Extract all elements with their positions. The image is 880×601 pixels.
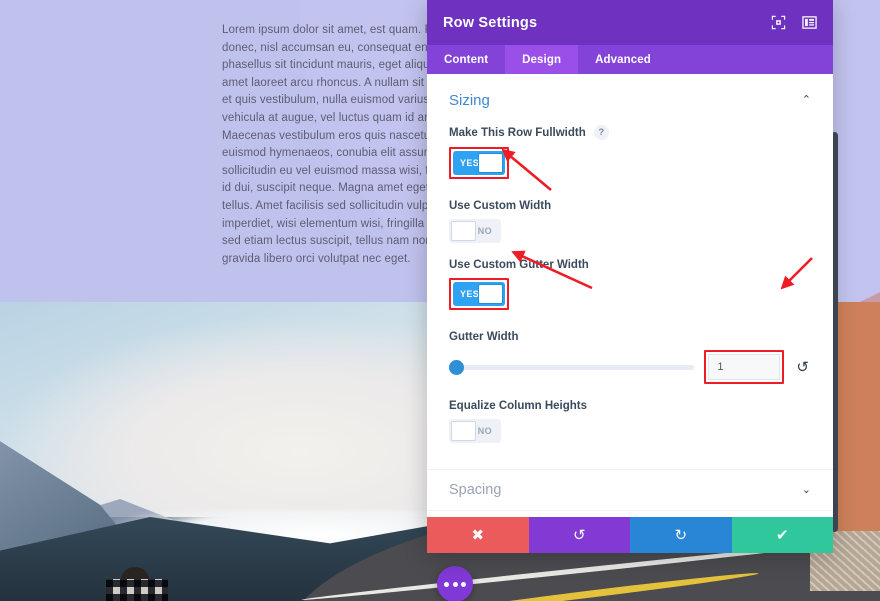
section-spacing[interactable]: Spacing ⌄ [427,469,833,510]
field-label-use-custom-gutter-width: Use Custom Gutter Width [449,259,811,271]
gutter-width-slider-row: ↺ [449,350,811,384]
field-make-row-fullwidth: Make This Row Fullwidth ? YES [449,125,811,184]
fab-dot-2 [452,581,458,587]
toggle-knob [451,221,476,241]
toggle-equalize-column-heights[interactable]: NO [449,419,501,443]
modal-tab-bar: Content Design Advanced [427,45,833,74]
field-use-custom-width: Use Custom Width NO [449,200,811,243]
field-label-make-row-fullwidth: Make This Row Fullwidth ? [449,125,811,140]
chevron-down-icon[interactable]: ⌄ [802,484,811,496]
toggle-knob [478,284,503,304]
collapsed-sections: Spacing ⌄ Box Shadow ⌄ Animation ⌄ [427,469,833,517]
tab-advanced[interactable]: Advanced [578,45,668,74]
toggle-use-custom-gutter-width[interactable]: YES [453,282,505,306]
gutter-width-input[interactable] [708,354,781,380]
toggle-value-equalize-column-heights: NO [477,426,492,436]
fab-dot-3 [461,581,466,587]
annotation-highlight-gutter-input [704,350,785,384]
section-sizing-title: Sizing [449,92,490,109]
toggle-knob [478,153,503,173]
field-label-use-custom-width: Use Custom Width [449,200,811,212]
annotation-highlight-fullwidth: YES [449,147,509,179]
focus-target-icon[interactable] [771,15,786,30]
label-text-gutter-width: Gutter Width [449,331,519,343]
tab-content[interactable]: Content [427,45,505,74]
field-label-equalize-column-heights: Equalize Column Heights [449,400,811,412]
more-options-fab-button[interactable] [437,566,473,601]
section-box-shadow[interactable]: Box Shadow ⌄ [427,510,833,517]
field-use-custom-gutter-width: Use Custom Gutter Width YES [449,259,811,315]
undo-button[interactable]: ↺ [528,517,630,553]
toggle-use-custom-width[interactable]: NO [449,219,501,243]
toggle-value-use-custom-width: NO [477,226,492,236]
row-settings-modal: Row Settings Content Design Advanced Siz… [427,0,833,553]
annotation-highlight-gutter-toggle: YES [449,278,509,310]
cancel-button[interactable]: ✖ [427,517,529,553]
label-text-use-custom-gutter-width: Use Custom Gutter Width [449,259,589,271]
toggle-make-row-fullwidth[interactable]: YES [453,151,505,175]
field-equalize-column-heights: Equalize Column Heights NO [449,400,811,443]
label-text-make-row-fullwidth: Make This Row Fullwidth [449,126,586,139]
modal-header: Row Settings [427,0,833,45]
redo-button[interactable]: ↻ [630,517,732,553]
tab-design[interactable]: Design [505,45,579,74]
help-icon[interactable]: ? [593,125,609,140]
section-sizing-header[interactable]: Sizing ⌃ [449,92,811,109]
modal-header-icons [771,15,817,30]
label-text-use-custom-width: Use Custom Width [449,200,552,212]
gutter-width-slider[interactable] [449,359,695,375]
field-label-gutter-width: Gutter Width [449,331,811,343]
section-sizing: Sizing ⌃ Make This Row Fullwidth ? YES U… [427,74,833,469]
label-text-equalize-column-heights: Equalize Column Heights [449,400,588,412]
save-button[interactable]: ✔ [731,517,833,553]
slider-track [449,364,695,370]
modal-footer: ✖ ↺ ↻ ✔ [427,517,833,553]
toggle-value-use-custom-gutter-width: YES [460,289,480,299]
field-gutter-width: Gutter Width ↺ [449,331,811,384]
modal-body: Sizing ⌃ Make This Row Fullwidth ? YES U… [427,74,833,517]
toggle-knob [451,421,476,441]
section-spacing-title: Spacing [449,482,502,498]
layout-panel-icon[interactable] [802,15,817,30]
person-plaid-shirt [106,579,168,601]
toggle-value-make-row-fullwidth: YES [460,158,480,168]
modal-title: Row Settings [443,14,538,31]
reset-icon[interactable]: ↺ [794,360,811,375]
fab-dot-1 [444,581,449,587]
chevron-up-icon[interactable]: ⌃ [802,95,811,106]
slider-thumb[interactable] [449,359,464,375]
